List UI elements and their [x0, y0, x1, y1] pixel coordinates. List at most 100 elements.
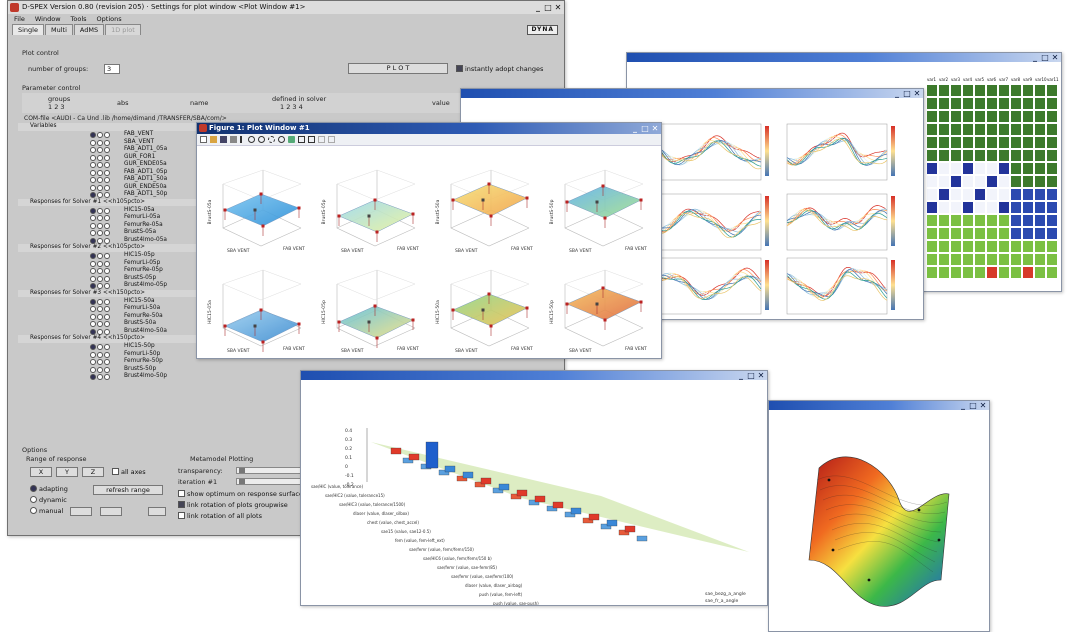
group-radio[interactable]: [97, 154, 103, 161]
hide-tools-icon[interactable]: [318, 136, 325, 143]
group-radio[interactable]: [104, 351, 110, 358]
close-icon[interactable]: ✕: [554, 1, 562, 14]
group-radio[interactable]: [90, 192, 96, 198]
group-radio[interactable]: [97, 313, 103, 320]
group-radio[interactable]: [104, 237, 110, 244]
open-folder-icon[interactable]: [210, 136, 217, 143]
group-radio[interactable]: [97, 366, 103, 373]
group-radio[interactable]: [97, 275, 103, 282]
surface-minimize-icon[interactable]: _: [959, 401, 967, 410]
iteration-slider-thumb[interactable]: [239, 479, 245, 484]
group-radio[interactable]: [104, 147, 110, 153]
show-tools-icon[interactable]: [328, 136, 335, 143]
group-radio[interactable]: [97, 237, 103, 244]
group-radio[interactable]: [97, 192, 103, 198]
group-radio[interactable]: [90, 154, 96, 161]
link-all-checkbox[interactable]: link rotation of all plots: [178, 512, 262, 520]
group-radio[interactable]: [104, 328, 110, 335]
group-radio[interactable]: [97, 351, 103, 358]
group-radio[interactable]: [104, 230, 110, 236]
dynamic-radio[interactable]: dynamic: [30, 496, 67, 504]
manual-max-field[interactable]: [100, 507, 122, 516]
group-radio[interactable]: [97, 230, 103, 236]
group-radio[interactable]: [97, 306, 103, 312]
save-icon[interactable]: [220, 136, 227, 143]
minimize-icon[interactable]: _: [534, 1, 542, 14]
group-radio[interactable]: [90, 230, 96, 236]
surface-maximize-icon[interactable]: □: [969, 401, 977, 410]
settings-titlebar[interactable]: D-SPEX Version 0.80 (revision 205) · Set…: [8, 1, 564, 14]
adapting-radio[interactable]: adapting: [30, 485, 68, 493]
group-radio[interactable]: [90, 374, 96, 380]
heatmap-close-icon[interactable]: ✕: [1051, 53, 1059, 62]
iteration-slider[interactable]: [236, 478, 306, 485]
pointer-icon[interactable]: [240, 136, 245, 143]
tab-single[interactable]: Single: [12, 24, 44, 35]
plot-minimize-icon[interactable]: _: [631, 123, 639, 134]
manual-radio[interactable]: manual: [30, 507, 63, 515]
group-radio[interactable]: [104, 162, 110, 168]
link-groupwise-checkbox[interactable]: link rotation of plots groupwise: [178, 501, 288, 509]
curve-minimize-icon[interactable]: _: [893, 89, 901, 98]
group-radio[interactable]: [104, 154, 110, 161]
plot-close-icon[interactable]: ✕: [651, 123, 659, 134]
bar3d-titlebar[interactable]: _ □ ✕: [301, 371, 767, 380]
group-radio[interactable]: [90, 328, 96, 335]
group-radio[interactable]: [104, 260, 110, 267]
group-radio[interactable]: [104, 253, 110, 259]
tab-adms[interactable]: AdMS: [73, 24, 105, 35]
new-figure-icon[interactable]: [200, 136, 207, 143]
menu-file[interactable]: File: [14, 14, 25, 24]
tab-multi[interactable]: Multi: [44, 24, 73, 35]
group-radio[interactable]: [104, 298, 110, 305]
group-radio[interactable]: [104, 366, 110, 373]
group-radio[interactable]: [97, 207, 103, 214]
range-x-button[interactable]: X: [30, 467, 52, 477]
group-radio[interactable]: [97, 215, 103, 221]
curve-close-icon[interactable]: ✕: [913, 89, 921, 98]
group-radio[interactable]: [97, 177, 103, 183]
group-radio[interactable]: [97, 147, 103, 153]
group-radio[interactable]: [104, 207, 110, 214]
group-radio[interactable]: [104, 215, 110, 221]
group-radio[interactable]: [90, 207, 96, 214]
group-radio[interactable]: [97, 139, 103, 146]
group-radio[interactable]: [104, 222, 110, 229]
heatmap-maximize-icon[interactable]: □: [1041, 53, 1049, 62]
maximize-icon[interactable]: □: [544, 1, 552, 14]
zoom-out-icon[interactable]: [258, 136, 265, 143]
zoom-in-icon[interactable]: [248, 136, 255, 143]
group-radio[interactable]: [90, 275, 96, 282]
plot-window-titlebar[interactable]: Figure 1: Plot Window #1 _ □ ✕: [197, 123, 661, 134]
group-radio[interactable]: [90, 169, 96, 176]
group-radio[interactable]: [90, 298, 96, 305]
group-radio[interactable]: [97, 374, 103, 380]
group-radio[interactable]: [104, 132, 110, 138]
heatmap-minimize-icon[interactable]: _: [1031, 53, 1039, 62]
menu-tools[interactable]: Tools: [71, 14, 87, 24]
heatmap-titlebar[interactable]: _ □ ✕: [627, 53, 1061, 62]
group-radio[interactable]: [90, 184, 96, 191]
bar3d-maximize-icon[interactable]: □: [747, 371, 755, 380]
transparency-slider-thumb[interactable]: [239, 468, 245, 473]
group-radio[interactable]: [90, 283, 96, 289]
manual-min-field[interactable]: [70, 507, 92, 516]
group-radio[interactable]: [97, 184, 103, 191]
plot-maximize-icon[interactable]: □: [641, 123, 649, 134]
group-radio[interactable]: [90, 132, 96, 138]
group-radio[interactable]: [104, 169, 110, 176]
group-radio[interactable]: [90, 344, 96, 350]
group-radio[interactable]: [97, 132, 103, 138]
group-radio[interactable]: [97, 344, 103, 350]
group-radio[interactable]: [97, 253, 103, 259]
bar3d-minimize-icon[interactable]: _: [737, 371, 745, 380]
group-radio[interactable]: [104, 283, 110, 289]
group-radio[interactable]: [90, 260, 96, 267]
group-radio[interactable]: [104, 306, 110, 312]
group-radio[interactable]: [104, 268, 110, 274]
group-radio[interactable]: [97, 260, 103, 267]
data-cursor-icon[interactable]: [288, 136, 295, 143]
group-radio[interactable]: [97, 268, 103, 274]
group-radio[interactable]: [97, 162, 103, 168]
group-radio[interactable]: [90, 366, 96, 373]
